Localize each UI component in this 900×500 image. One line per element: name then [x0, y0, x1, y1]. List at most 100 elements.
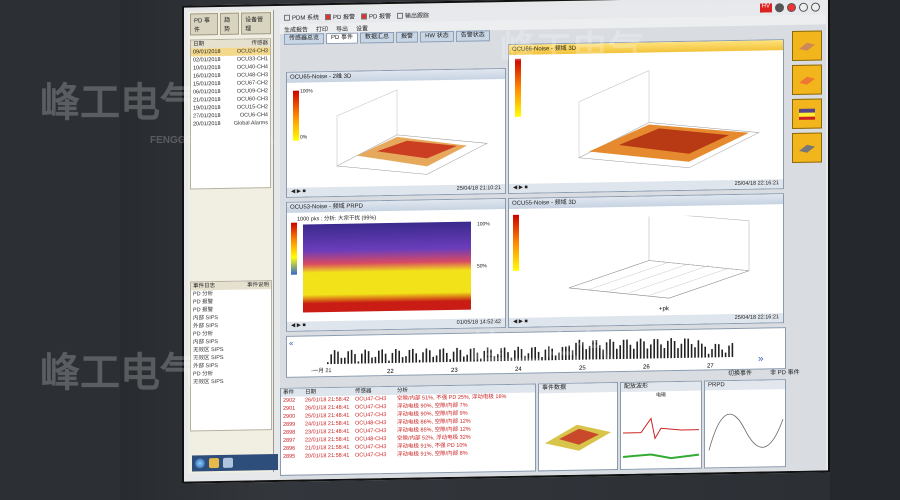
folder-icon[interactable] [209, 458, 219, 469]
hv-icon[interactable]: HV [759, 3, 772, 13]
topbar-item[interactable]: PD 报警 [325, 11, 355, 21]
waveform-panel: 配放波形 电磁 [620, 380, 702, 471]
timeline-bar [677, 348, 679, 359]
watermark-logo-4: 峰工电气 [470, 328, 615, 369]
toolbar-item[interactable]: 导出 [336, 23, 348, 32]
start-button-icon[interactable] [195, 458, 205, 469]
timeline-bar [354, 354, 356, 364]
panel-tools[interactable]: ◀ ▶ ■ [513, 184, 528, 193]
list-item[interactable]: 20/01/2018 Global Alarms [191, 119, 270, 128]
timeline-bar [721, 349, 723, 358]
colorbar-mid-label: 50% [477, 263, 488, 270]
timeline-bar [463, 356, 465, 362]
table-cell: 2895 [283, 453, 296, 460]
tab-sensors[interactable]: 传感器总览 [284, 33, 325, 45]
watermark-logo-3: 峰工电气 [40, 351, 200, 395]
timeline-bar [371, 357, 373, 364]
timeline-bar [357, 361, 360, 364]
app-icon[interactable] [223, 457, 233, 468]
plot-panel-4: OCU55-Noise - 频域 3D +pk ◀ ▶ ■ 25/04/18 22… [508, 193, 784, 328]
prpd-subtitle: 1000 pks : 分析: 大宗干扰 (99%) [297, 215, 377, 223]
toolbar-item[interactable]: 设置 [356, 23, 368, 32]
event-log-list: 事件日志 事件说明 PD 分析 PD 报警 PD 报警 内部 SIPS 外部 SIPS P… [190, 280, 272, 432]
table-cell: 浮动电极 91%, 空隙/内部 8% [397, 450, 468, 458]
timeline-bar [714, 343, 717, 358]
timeline-bar [663, 348, 666, 359]
timeline-bar [728, 345, 730, 358]
mini-surface-plot [545, 424, 611, 451]
timeline-prev-icon[interactable]: « [289, 339, 293, 348]
prpd-view-icon[interactable] [792, 98, 822, 130]
minimize-icon[interactable] [799, 2, 808, 12]
list-item[interactable]: 无效区 SIPS [191, 377, 271, 386]
tab-summary[interactable]: 数据汇总 [360, 31, 395, 44]
timeline-bar [330, 354, 333, 365]
timeline-bar [622, 339, 625, 359]
timeline-date-label: 26 [643, 364, 650, 370]
timeline-bar [724, 352, 727, 358]
timeline-bar [684, 338, 686, 358]
left-tab[interactable]: 趋势 [220, 12, 240, 35]
timeline-bar [364, 349, 367, 364]
switch-event-button[interactable]: 切换事件 [728, 368, 752, 377]
prpd-panel: OCU53-Noise - 频域 PRPD 1000 pks : 分析: 大宗干… [286, 198, 506, 332]
panel-tools[interactable]: ◀ ▶ ■ [291, 321, 306, 330]
sensor-event-list: 日期 传感器 09/01/2018 OCU24-CH3 02/01/2018 OCU3… [190, 38, 271, 190]
timeline-bar [687, 338, 689, 358]
panel-footer: ◀ ▶ ■ 25/04/18 21:10:21 [287, 184, 505, 197]
tab-alert-status[interactable]: 告警状态 [455, 30, 490, 42]
topbar-item[interactable]: PD 报警 [361, 11, 391, 21]
monitor-screen: PD 事件 趋势 设备管理 日期 传感器 09/01/2018 OCU24-CH3… [182, 0, 830, 484]
panel-timestamp: 25/04/18 22:16:21 [734, 314, 779, 322]
timeline-bar [378, 350, 380, 364]
timeline-bar [388, 360, 390, 364]
surface-view-icon[interactable] [792, 30, 822, 62]
timeline-bar [653, 339, 655, 359]
tab-alarms[interactable]: 报警 [396, 31, 419, 43]
timeline-bar [425, 348, 428, 363]
3d-surface-plot [578, 70, 760, 169]
timeline-bar [408, 350, 411, 363]
timeline-start-label: -一月 21 [311, 368, 332, 375]
topbar-item[interactable]: PDM 系统 [284, 12, 319, 22]
play-icon[interactable] [775, 3, 784, 13]
status-square-icon [397, 12, 404, 19]
timeline-bar [381, 349, 384, 364]
record-icon[interactable] [787, 2, 796, 13]
non-pd-event-button[interactable]: 非 PD 事件 [770, 367, 800, 377]
tab-hw-status[interactable]: HW 状态 [420, 30, 454, 43]
topbar-item[interactable]: 输出跟踪 [397, 10, 429, 20]
prpd-mini-panel: PRPD [704, 379, 786, 469]
timeline-bar [401, 357, 404, 363]
timeline-date-label: 22 [387, 369, 394, 375]
panel-tools[interactable]: ◀ ▶ ■ [291, 187, 306, 196]
toolbar-item[interactable]: 打印 [316, 24, 328, 33]
3d-view-icon[interactable] [792, 64, 822, 96]
main-area: PDM 系统 PD 报警 PD 报警 输出跟踪 HV 生成报告 打印 导出 设置 [280, 0, 826, 480]
timeline-bar [384, 353, 387, 364]
timeline-bar [656, 339, 659, 359]
left-tab[interactable]: 设备管理 [241, 12, 271, 35]
timeline-bar [673, 340, 676, 359]
watermark-logo-2: 峰工电气 [500, 28, 645, 69]
tab-pd-events[interactable]: PD 事件 [326, 32, 359, 45]
timeline-bar [395, 349, 397, 363]
timeline-bar [704, 346, 706, 358]
event-table: 事件 日期 传感器 分析 2902 26/01/18 21:58:42 OCU47-… [280, 383, 536, 476]
watermark-logo-1: 峰工电气 [40, 81, 200, 125]
plot-panel-1: OCU65-Noise - 2维 3D 100% 0% ◀ ▶ ■ 25/04/1… [286, 68, 506, 198]
wireframe-view-icon[interactable] [792, 132, 822, 164]
toolbar-item[interactable]: 生成报告 [284, 24, 308, 33]
timeline-date-label: 23 [451, 368, 458, 374]
close-icon[interactable] [811, 2, 820, 12]
timeline-bar [405, 356, 407, 363]
timeline-next-icon[interactable]: » [758, 354, 764, 365]
timeline-bar [697, 340, 700, 358]
timeline-bar [701, 343, 703, 358]
col-date: 日期 [193, 41, 205, 48]
left-tab[interactable]: PD 事件 [190, 13, 219, 36]
timeline-bar [418, 359, 421, 363]
watermark-text-1: FENGGONG ELECTRICAL [150, 135, 275, 146]
timeline-bar [643, 341, 645, 359]
timeline-bar [636, 341, 638, 359]
